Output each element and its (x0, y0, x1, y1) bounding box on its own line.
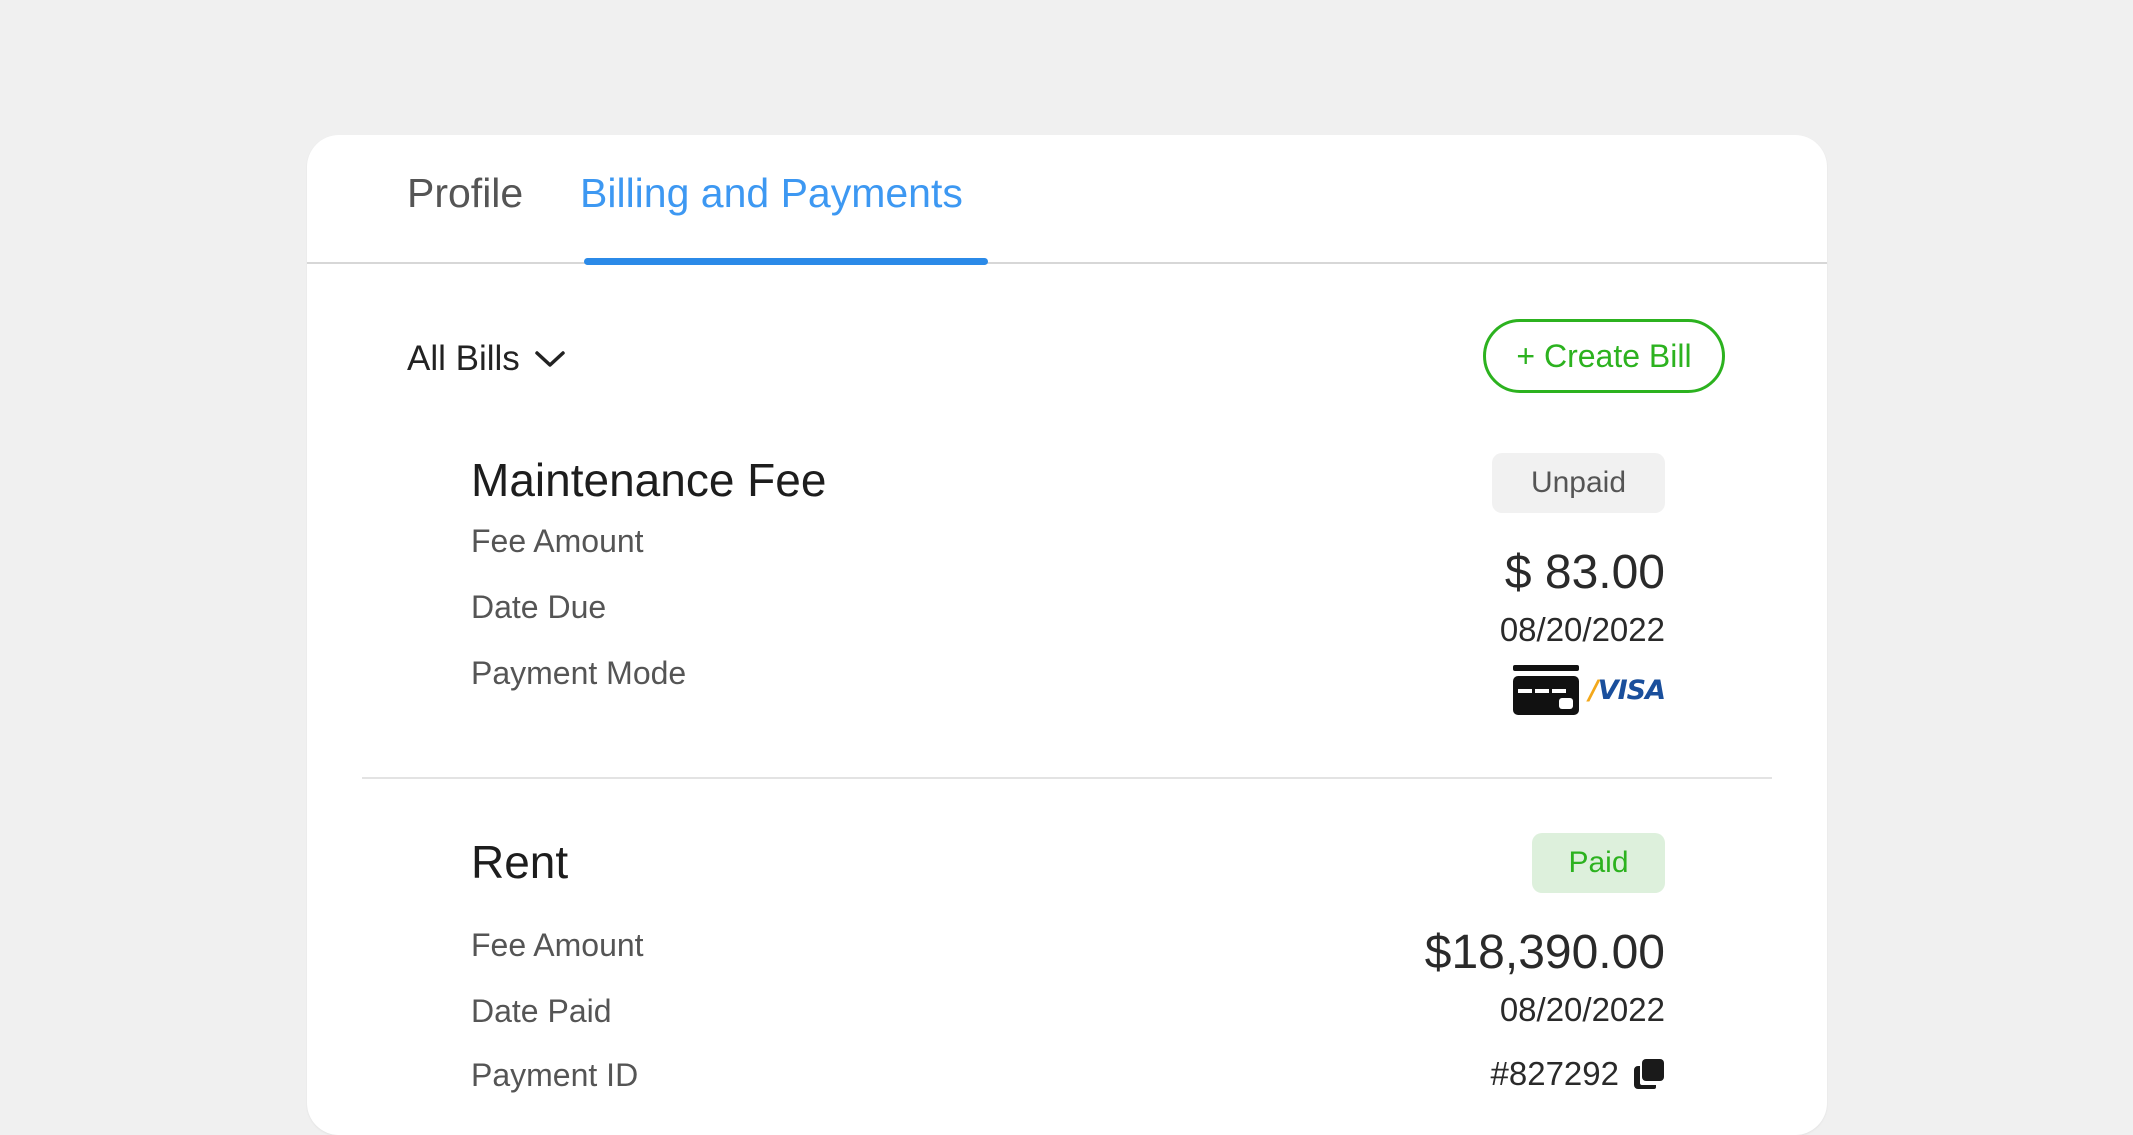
payment-id-label: Payment ID (471, 1057, 639, 1093)
tab-bar: Profile Billing and Payments (307, 135, 1827, 265)
bill-title: Maintenance Fee (471, 454, 827, 506)
bills-filter-label: All Bills (407, 339, 520, 378)
active-tab-indicator (584, 258, 988, 265)
date-paid-label: Date Paid (471, 993, 612, 1029)
fee-amount-label: Fee Amount (471, 523, 644, 559)
payment-id-value: #827292 (1490, 1055, 1619, 1092)
fee-amount-value: $ 83.00 (1504, 546, 1665, 599)
bill-divider (362, 777, 1772, 779)
payment-id-row: #827292 (1491, 1055, 1665, 1093)
fee-amount-label: Fee Amount (471, 927, 644, 963)
create-bill-button[interactable]: + Create Bill (1483, 319, 1725, 393)
visa-logo: /VISA (1588, 674, 1666, 706)
copy-icon[interactable] (1633, 1058, 1665, 1090)
date-due-label: Date Due (471, 589, 607, 625)
billing-card: Profile Billing and Payments All Bills +… (307, 135, 1827, 1135)
payment-mode-label: Payment Mode (471, 655, 687, 691)
tab-billing-and-payments[interactable]: Billing and Payments (580, 173, 963, 214)
status-badge-paid: Paid (1532, 833, 1665, 893)
bills-filter-dropdown[interactable]: All Bills (407, 339, 566, 379)
date-paid-value: 08/20/2022 (1499, 991, 1665, 1028)
chevron-down-icon (535, 351, 565, 367)
payment-mode-value: /VISA (1512, 665, 1666, 715)
date-due-value: 08/20/2022 (1499, 611, 1665, 648)
fee-amount-value: $18,390.00 (1424, 926, 1665, 979)
credit-card-icon (1512, 665, 1579, 715)
bill-title: Rent (471, 836, 569, 888)
status-badge-unpaid: Unpaid (1492, 453, 1665, 513)
tab-profile[interactable]: Profile (407, 173, 523, 214)
